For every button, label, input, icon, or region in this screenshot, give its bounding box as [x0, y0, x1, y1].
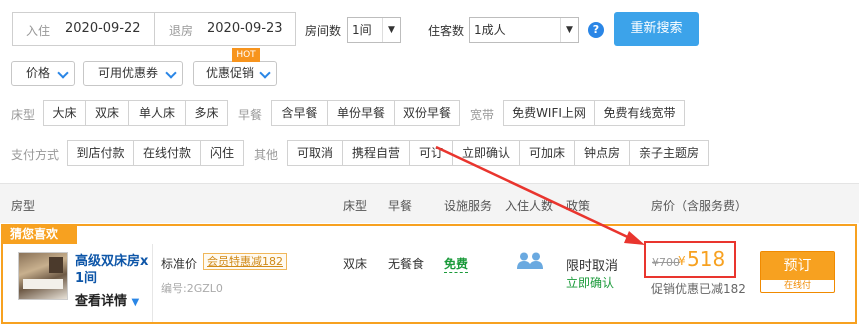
annotation-arrow: [435, 145, 645, 245]
